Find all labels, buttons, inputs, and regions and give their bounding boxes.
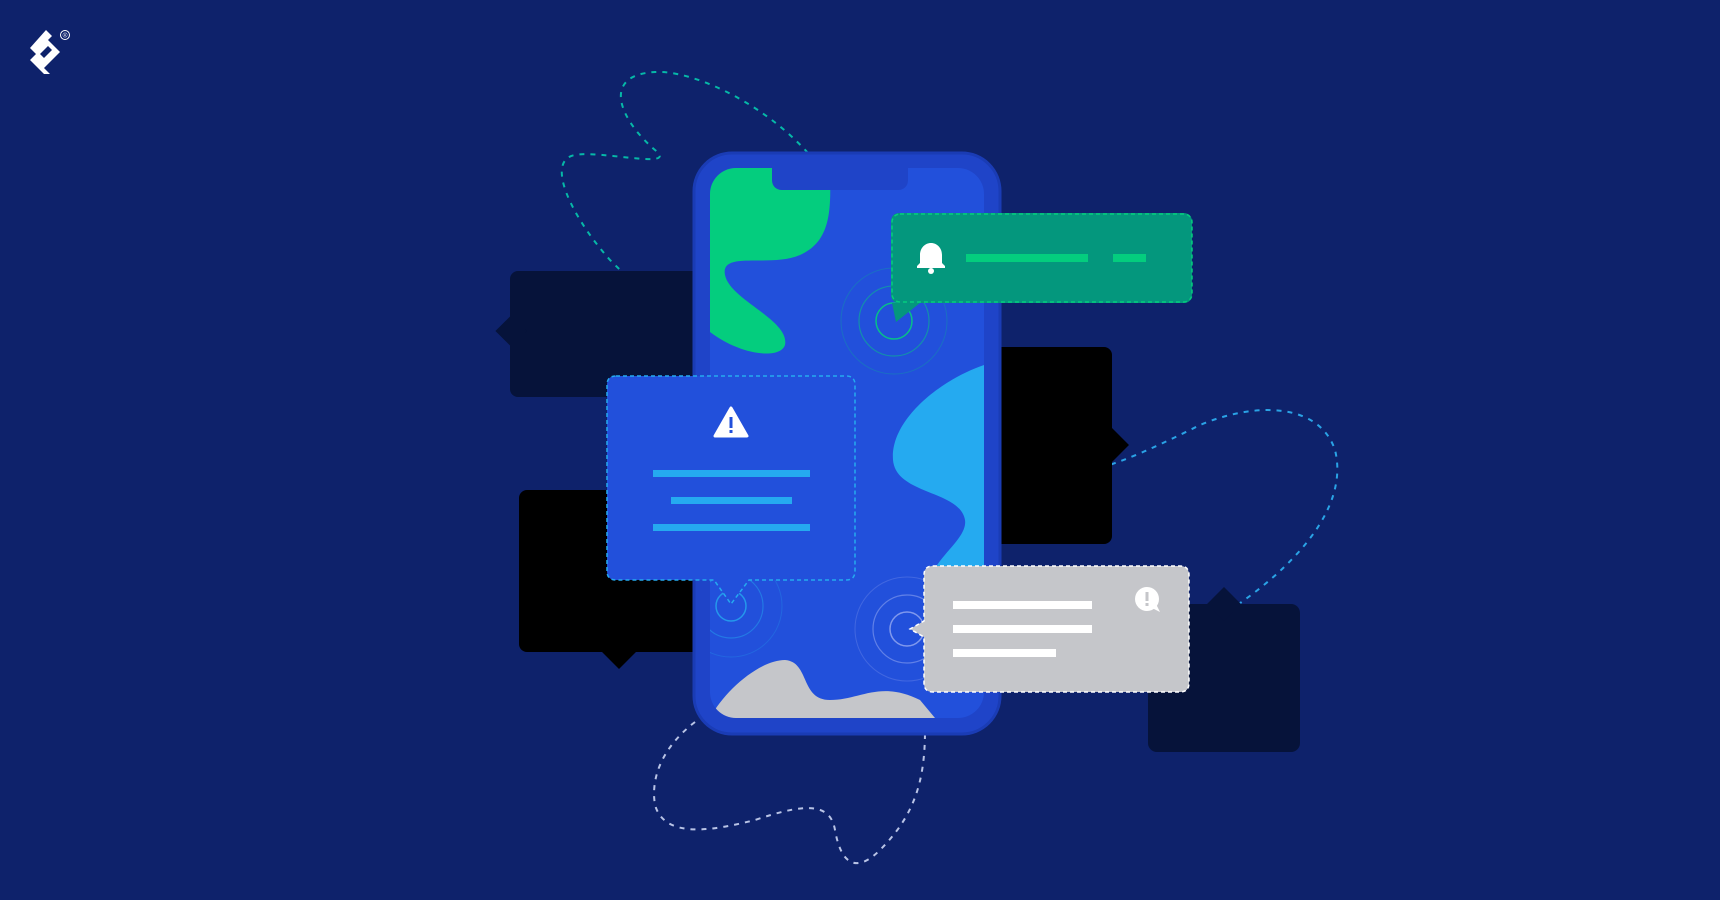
alert-text-line-long <box>966 254 1088 262</box>
info-text-line-2 <box>953 625 1092 633</box>
toptal-logo[interactable]: ® <box>26 26 74 78</box>
toptal-logo-icon: ® <box>30 30 70 74</box>
warning-text-line-1 <box>653 470 810 477</box>
info-text-line-1 <box>953 601 1092 609</box>
dashed-path-bottom <box>653 721 926 865</box>
notification-card-warning[interactable] <box>606 375 856 606</box>
phone-notch <box>772 168 908 190</box>
illustration-scene <box>495 70 1339 865</box>
alert-text-line-short <box>1113 254 1146 262</box>
notification-card-info[interactable] <box>908 565 1190 693</box>
info-text-line-3 <box>953 649 1056 657</box>
registered-mark: ® <box>63 32 68 40</box>
warning-text-line-2 <box>671 497 792 504</box>
warning-text-line-3 <box>653 524 810 531</box>
